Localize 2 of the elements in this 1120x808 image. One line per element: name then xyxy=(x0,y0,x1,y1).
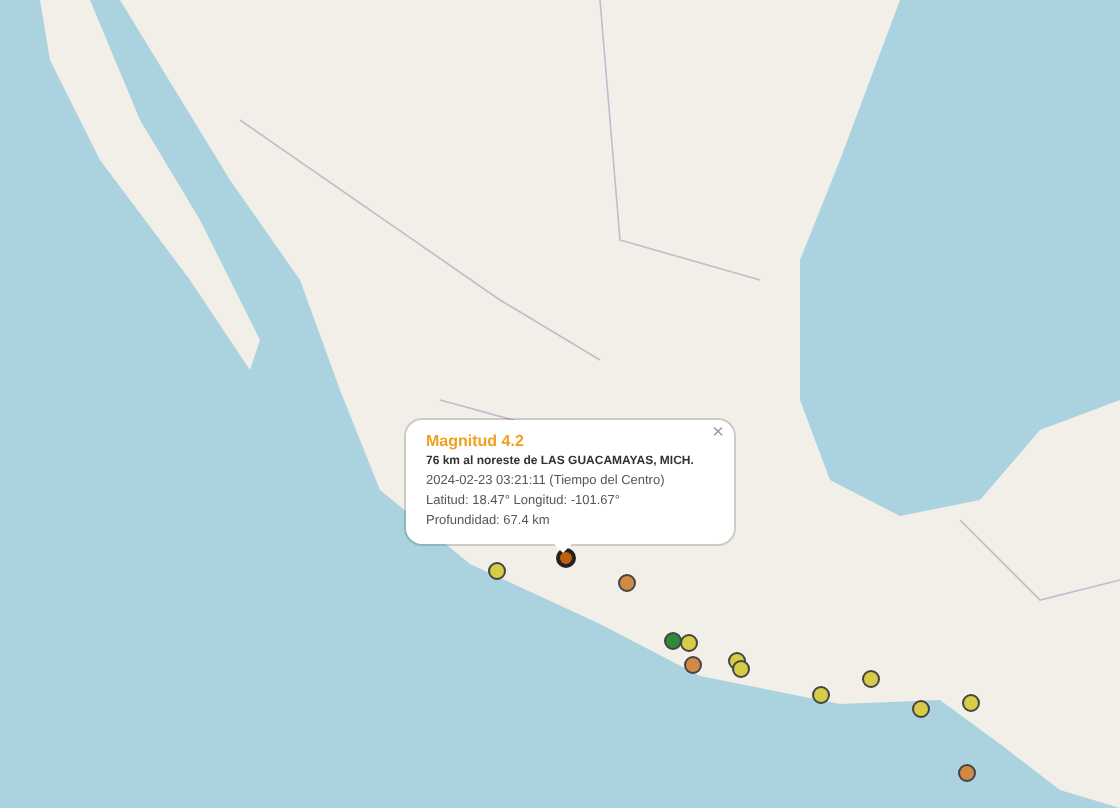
close-button[interactable]: × xyxy=(712,422,724,444)
popup-title: Magnitud 4.2 xyxy=(426,430,526,452)
